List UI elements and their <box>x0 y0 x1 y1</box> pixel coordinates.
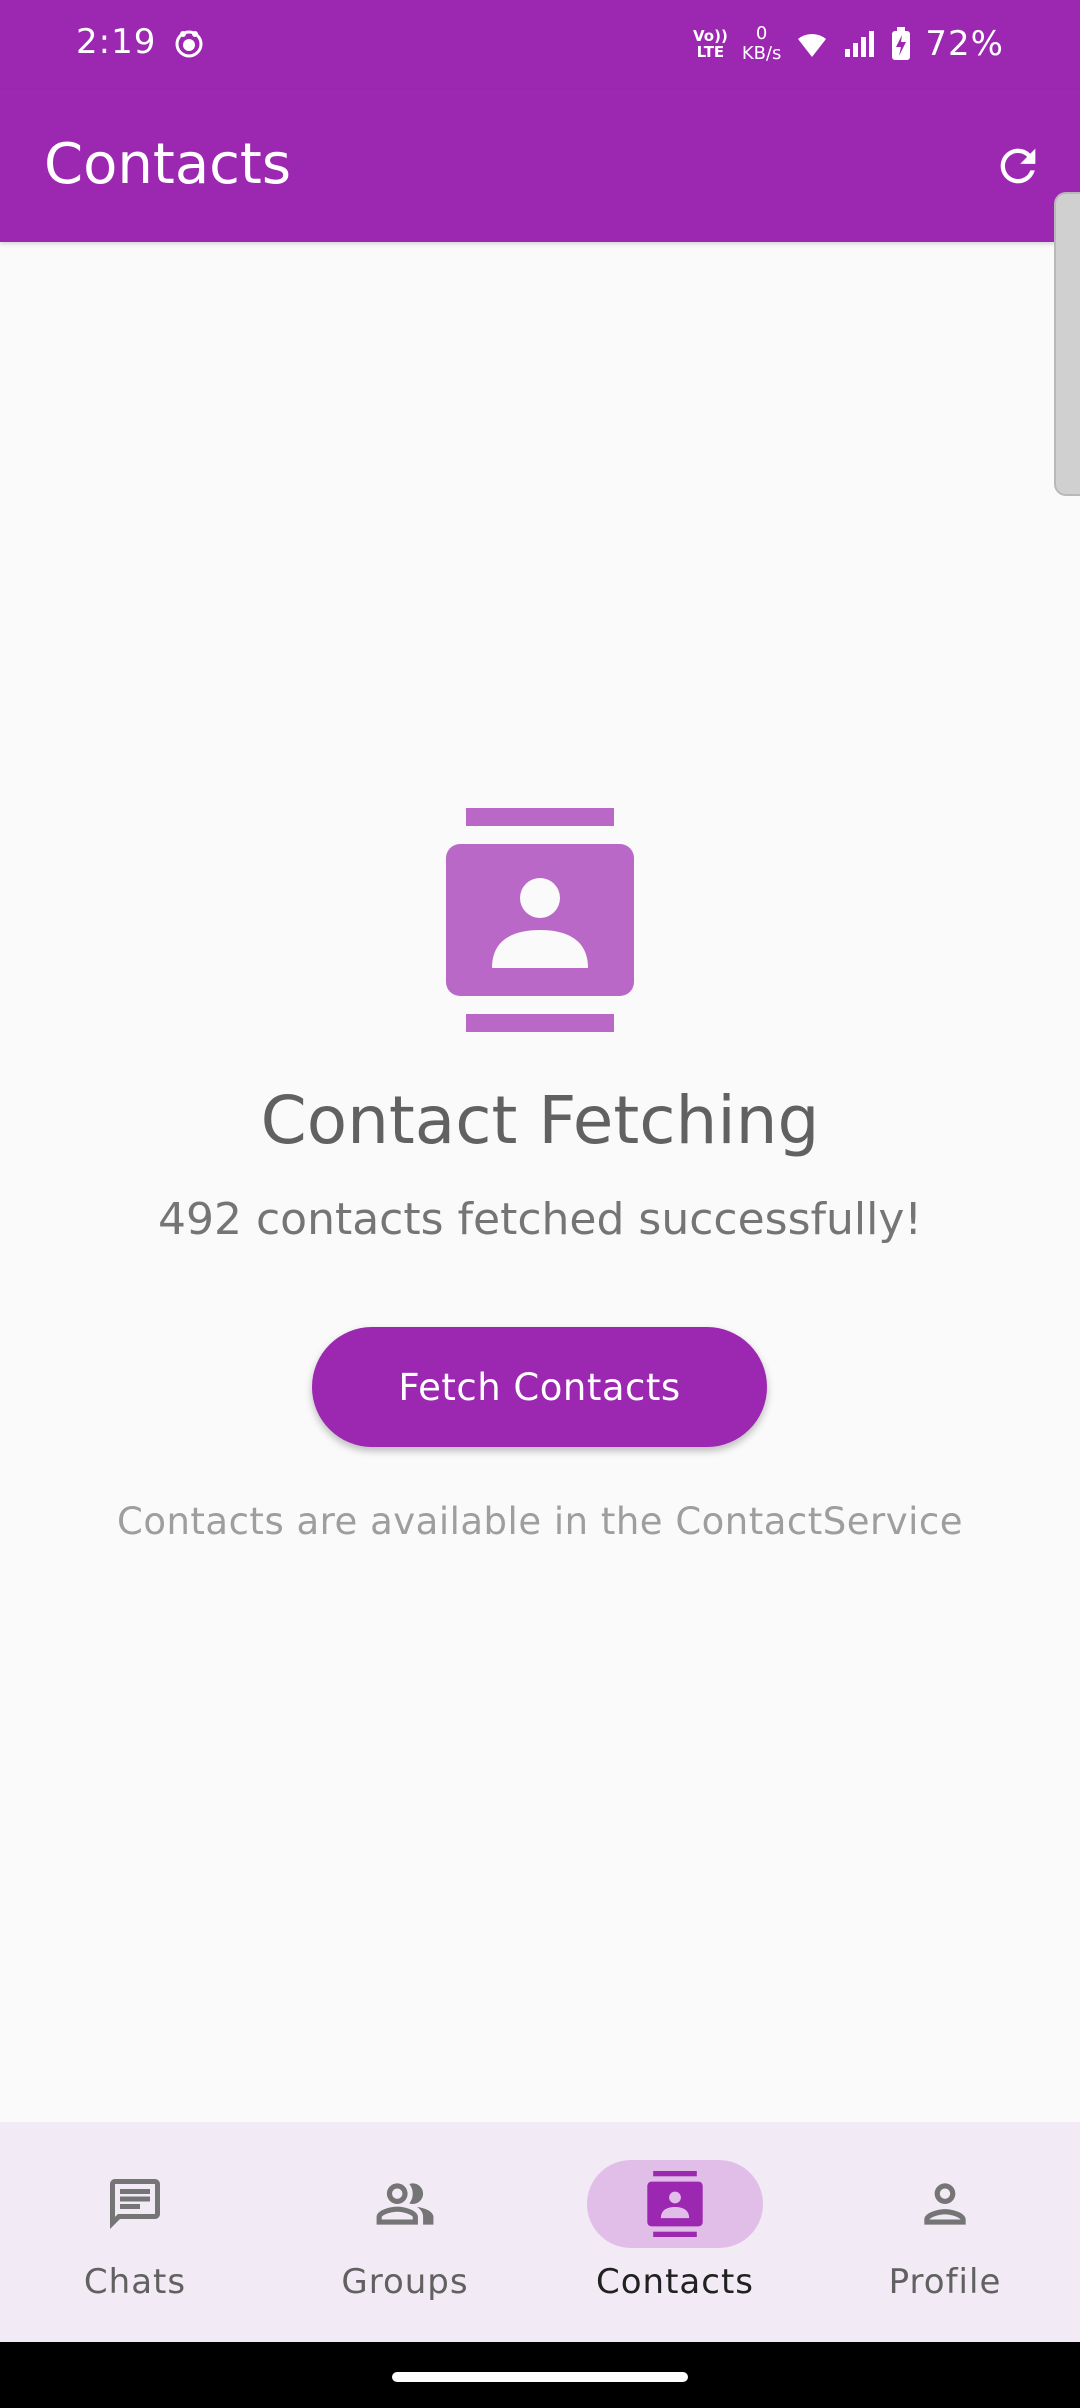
volte-indicator: Vo)) LTE <box>693 27 728 61</box>
bottom-navigation: Chats Groups Contacts Profile <box>0 2122 1080 2342</box>
contacts-icon <box>647 2171 703 2237</box>
nav-indicator-active <box>587 2160 763 2248</box>
system-gesture-area <box>0 2342 1080 2408</box>
fetch-contacts-button[interactable]: Fetch Contacts <box>312 1327 767 1447</box>
refresh-button[interactable] <box>986 134 1050 198</box>
refresh-icon <box>1000 148 1036 184</box>
nav-indicator <box>857 2160 1033 2248</box>
home-gesture-handle[interactable] <box>392 2372 688 2382</box>
status-bar: 2:19 Vo)) LTE 0 KB/s 72% <box>0 0 1080 90</box>
nav-label-contacts: Contacts <box>596 2262 754 2302</box>
nav-label-groups: Groups <box>341 2262 469 2302</box>
signal-icon <box>845 31 875 57</box>
screen: 2:19 Vo)) LTE 0 KB/s 72% Contacts Contac… <box>0 0 1080 2408</box>
nav-indicator <box>47 2160 223 2248</box>
heading: Contact Fetching <box>260 1082 820 1159</box>
battery-percent: 72% <box>925 24 1004 64</box>
app-bar: Contacts <box>0 90 1080 242</box>
contacts-book-icon <box>446 808 634 1032</box>
main-content: Contact Fetching 492 contacts fetched su… <box>0 242 1080 2122</box>
battery-charging-icon <box>892 27 911 60</box>
nav-label-profile: Profile <box>888 2262 1002 2302</box>
nav-item-chats[interactable]: Chats <box>0 2122 270 2342</box>
nav-item-contacts[interactable]: Contacts <box>540 2122 810 2342</box>
person-icon <box>924 2183 966 2225</box>
status-time: 2:19 <box>76 22 157 62</box>
network-speed: 0 KB/s <box>741 23 782 64</box>
status-icons: Vo)) LTE 0 KB/s 72% <box>693 18 1004 70</box>
wifi-icon <box>798 33 827 57</box>
page-title: Contacts <box>44 132 292 197</box>
groups-icon <box>376 2183 434 2225</box>
nav-item-profile[interactable]: Profile <box>810 2122 1080 2342</box>
status-message: 492 contacts fetched successfully! <box>157 1194 923 1245</box>
nav-item-groups[interactable]: Groups <box>270 2122 540 2342</box>
chat-icon <box>110 2179 160 2229</box>
hint-text: Contacts are available in the ContactSer… <box>116 1500 964 1543</box>
nav-label-chats: Chats <box>83 2262 187 2302</box>
nav-indicator <box>317 2160 493 2248</box>
notification-face-icon <box>175 30 203 58</box>
